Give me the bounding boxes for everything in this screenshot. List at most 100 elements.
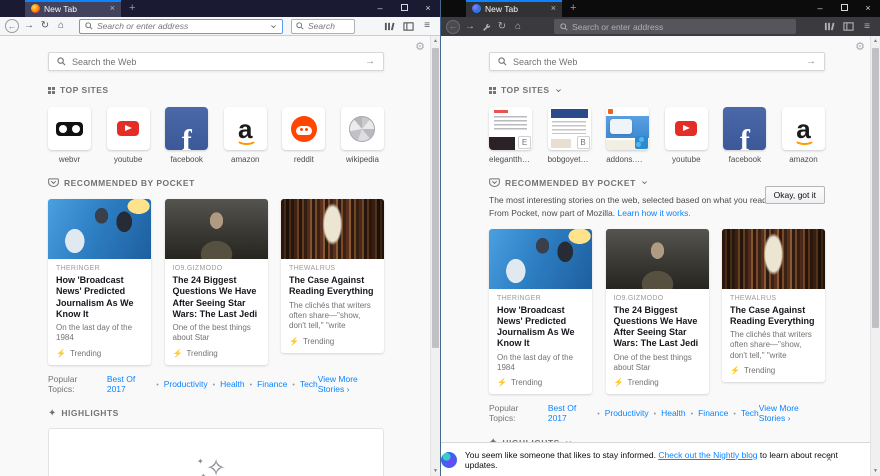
nightly-blog-link[interactable]: Check out the Nightly blog	[658, 450, 757, 460]
scroll-down-arrow[interactable]: ▼	[431, 468, 440, 474]
newtab-settings-gear-icon[interactable]: ⚙	[415, 42, 425, 53]
close-window-button[interactable]: ×	[416, 0, 440, 17]
scrollbar[interactable]: ▲ ▼	[430, 36, 440, 476]
tab-new-tab[interactable]: New Tab ×	[25, 0, 121, 17]
pocket-story-card[interactable]: IO9.GIZMODO The 24 Biggest Questions We …	[164, 199, 268, 365]
okay-got-it-button[interactable]: Okay, got it	[764, 186, 825, 204]
story-body: THERINGER How 'Broadcast News' Predicted…	[489, 289, 592, 395]
scrollbar[interactable]: ▲ ▼	[870, 36, 880, 476]
back-button[interactable]: ←	[446, 19, 460, 34]
topsite-facebook[interactable]: f facebook	[165, 107, 209, 164]
top-sites-row: E elegantthemes B bobgoyetche	[489, 107, 825, 164]
forward-button[interactable]: →	[462, 19, 478, 35]
scroll-up-arrow[interactable]: ▲	[871, 38, 880, 44]
minimize-button[interactable]: –	[808, 0, 832, 17]
web-search-input[interactable]	[72, 56, 359, 67]
address-bar[interactable]	[554, 19, 796, 34]
topsite-reddit[interactable]: reddit	[282, 107, 326, 164]
topsite-addons-mozilla[interactable]: addons.mozilla	[606, 107, 650, 164]
topsite-bobgoyetche[interactable]: B bobgoyetche	[547, 107, 591, 164]
story-image-last-jedi	[605, 228, 709, 289]
topsite-youtube[interactable]: youtube	[106, 107, 150, 164]
new-tab-button[interactable]: +	[129, 0, 135, 17]
pocket-story-card[interactable]: THERINGER How 'Broadcast News' Predicted…	[489, 228, 592, 395]
maximize-button[interactable]	[392, 0, 416, 17]
new-tab-button[interactable]: +	[570, 0, 576, 17]
web-search-box[interactable]: →	[48, 52, 384, 71]
search-submit-arrow-icon[interactable]: →	[806, 56, 816, 67]
topic-link[interactable]: Best Of 2017	[107, 374, 151, 394]
tab-close-icon[interactable]: ×	[551, 4, 556, 13]
menu-button[interactable]: ≡	[419, 18, 435, 34]
top-sites-row: webvr youtube f facebook a amazon reddit…	[48, 107, 384, 164]
address-input[interactable]	[97, 21, 266, 31]
topic-link[interactable]: Finance	[686, 408, 728, 418]
sidebar-button[interactable]	[400, 18, 416, 34]
topsite-facebook[interactable]: f facebook	[723, 107, 767, 164]
back-button[interactable]: ←	[5, 19, 19, 33]
topic-link[interactable]: Health	[208, 379, 245, 389]
scrollbar-thumb[interactable]	[432, 48, 439, 348]
scrollbar-thumb[interactable]	[872, 48, 879, 328]
home-button[interactable]: ⌂	[510, 19, 526, 35]
firefox-window-light: New Tab × + – × ← → ↻ ⌂ Search or enter …	[0, 0, 440, 476]
notification-close-icon[interactable]: ×	[826, 454, 832, 465]
topic-link[interactable]: Best Of 2017	[548, 403, 592, 423]
top-sites-label: TOP SITES	[501, 85, 550, 95]
topic-link[interactable]: Productivity	[592, 408, 649, 418]
topic-link[interactable]: Productivity	[151, 379, 208, 389]
topsite-elegantthemes[interactable]: E elegantthemes	[489, 107, 532, 164]
newtab-settings-gear-icon[interactable]: ⚙	[855, 42, 865, 53]
sidebar-button[interactable]	[840, 19, 856, 35]
firefox-nightly-favicon-icon	[472, 4, 481, 13]
refresh-button[interactable]: ↻	[494, 19, 510, 35]
topsite-amazon[interactable]: a amazon	[223, 107, 267, 164]
topic-link[interactable]: Tech	[287, 379, 318, 389]
web-search-box[interactable]: →	[489, 52, 825, 71]
learn-how-it-works-link[interactable]: Learn how it works.	[618, 208, 691, 218]
minimize-button[interactable]: –	[368, 0, 392, 17]
pocket-story-card[interactable]: THEWALRUS The Case Against Reading Every…	[722, 228, 825, 383]
scroll-up-arrow[interactable]: ▲	[431, 38, 440, 44]
topic-link[interactable]: Tech	[728, 408, 759, 418]
search-input[interactable]	[308, 21, 350, 31]
pocket-story-card[interactable]: THERINGER How 'Broadcast News' Predicted…	[48, 199, 151, 365]
topic-link[interactable]: Health	[649, 408, 686, 418]
tab-close-icon[interactable]: ×	[110, 4, 115, 13]
search-submit-arrow-icon[interactable]: →	[365, 56, 375, 67]
story-body: IO9.GIZMODO The 24 Biggest Questions We …	[165, 259, 268, 365]
home-button[interactable]: ⌂	[53, 18, 69, 34]
pocket-story-card[interactable]: THEWALRUS The Case Against Reading Every…	[281, 199, 384, 353]
chevron-down-icon[interactable]	[641, 179, 648, 186]
maximize-button[interactable]	[832, 0, 856, 17]
menu-button[interactable]: ≡	[859, 19, 875, 35]
library-button[interactable]	[821, 19, 837, 35]
window-controls: – ×	[808, 0, 880, 17]
topsite-youtube[interactable]: youtube	[664, 107, 708, 164]
address-input[interactable]	[572, 21, 790, 32]
pocket-intro-text: The most interesting stories on the web,…	[489, 194, 787, 220]
topsite-webvr[interactable]: webvr	[48, 107, 91, 164]
chevron-down-icon[interactable]	[555, 87, 562, 94]
close-window-button[interactable]: ×	[856, 0, 880, 17]
refresh-button[interactable]: ↻	[37, 18, 53, 34]
window-controls: – ×	[368, 0, 440, 17]
view-more-stories-link[interactable]: View More Stories ›	[318, 374, 384, 394]
topsite-amazon[interactable]: a amazon	[781, 107, 825, 164]
library-button[interactable]	[381, 18, 397, 34]
chevron-down-icon[interactable]	[270, 23, 277, 30]
search-bar[interactable]	[291, 18, 355, 34]
web-search-input[interactable]	[513, 56, 800, 67]
forward-button[interactable]: →	[21, 18, 37, 34]
topsite-wikipedia[interactable]: wikipedia	[340, 107, 384, 164]
developer-tools-button[interactable]	[478, 19, 494, 35]
facebook-icon: f	[165, 107, 209, 150]
topic-link[interactable]: Finance	[245, 379, 287, 389]
scroll-down-arrow[interactable]: ▼	[871, 468, 880, 474]
tab-new-tab[interactable]: New Tab ×	[466, 0, 562, 17]
view-more-stories-link[interactable]: View More Stories ›	[759, 403, 825, 423]
pocket-story-card[interactable]: IO9.GIZMODO The 24 Biggest Questions We …	[605, 228, 709, 395]
story-trending: ⚡ Trending	[497, 378, 584, 387]
address-bar[interactable]	[79, 18, 283, 34]
titlebar: New Tab × + – ×	[441, 0, 880, 17]
